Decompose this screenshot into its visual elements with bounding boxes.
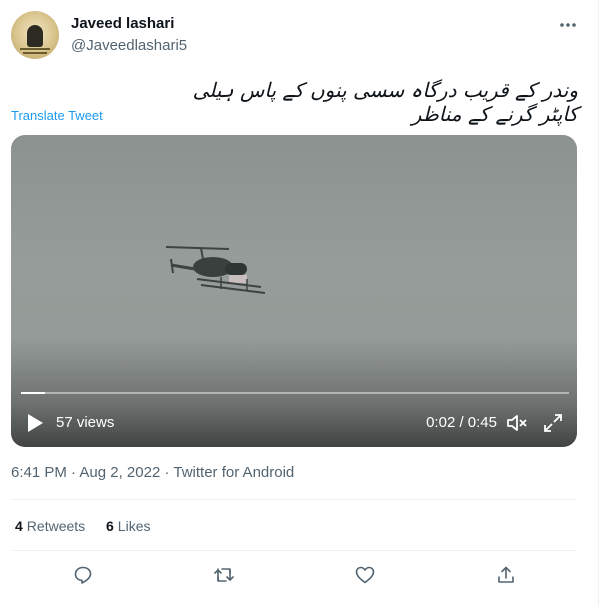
tweet-time[interactable]: 6:41 PM (11, 464, 67, 481)
likes-count: 6 (106, 518, 114, 534)
share-icon (498, 566, 514, 583)
more-options-button[interactable] (556, 14, 580, 36)
meta-separator: · (71, 464, 77, 481)
avatar-text-line (23, 52, 47, 54)
video-time: 0:02 / 0:45 (426, 414, 497, 431)
retweets-stat[interactable]: 4 Retweets (15, 518, 85, 534)
reply-button[interactable] (71, 563, 95, 587)
author-name[interactable]: Javeed lashari (71, 15, 174, 32)
tweet-text: وندر کے قریب درگاہ سسی پنوں کے پاس ہیلی … (192, 78, 578, 126)
translate-tweet-link[interactable]: Translate Tweet (11, 108, 103, 123)
video-views: 57 views (56, 414, 115, 431)
share-button[interactable] (494, 563, 518, 587)
divider (11, 550, 577, 551)
likes-label: Likes (117, 518, 151, 534)
video-progress-fill (21, 392, 46, 394)
helicopter-image (165, 246, 266, 294)
tweet-date[interactable]: Aug 2, 2022 (79, 464, 160, 481)
volume-icon[interactable] (505, 412, 529, 434)
avatar-figure (27, 25, 43, 47)
expand-icon[interactable] (542, 412, 564, 434)
meta-separator: · (164, 464, 170, 481)
timeline-border (598, 0, 605, 606)
tweet-source[interactable]: Twitter for Android (173, 464, 294, 481)
avatar-text-line (20, 48, 50, 50)
video-player[interactable]: 57 views 0:02 / 0:45 (11, 135, 577, 447)
retweets-label: Retweets (26, 518, 86, 534)
likes-stat[interactable]: 6 Likes (106, 518, 150, 534)
author-handle[interactable]: @Javeedlashari5 (71, 37, 187, 54)
retweets-count: 4 (15, 518, 23, 534)
heart-icon (355, 566, 375, 584)
retweet-button[interactable] (212, 563, 236, 587)
play-icon[interactable] (25, 412, 45, 434)
tweet-meta: 6:41 PM · Aug 2, 2022 · Twitter for Andr… (11, 464, 294, 481)
reply-icon (74, 566, 92, 584)
video-progress-bar[interactable] (21, 392, 569, 394)
avatar[interactable] (11, 11, 59, 59)
retweet-icon (214, 568, 234, 582)
divider (11, 499, 577, 500)
more-dots-icon (560, 23, 576, 27)
like-button[interactable] (353, 563, 377, 587)
